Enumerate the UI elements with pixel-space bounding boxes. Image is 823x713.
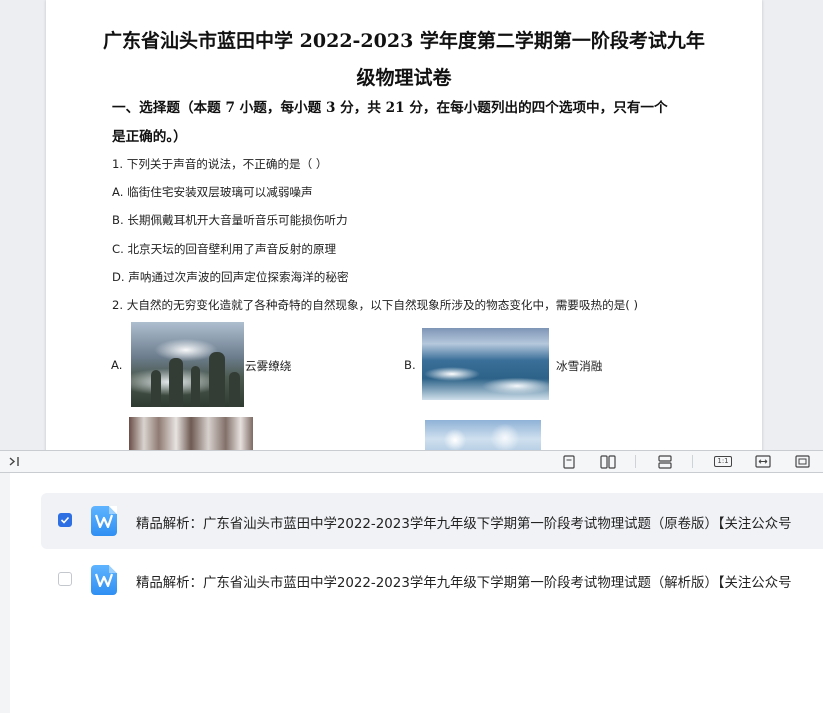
fit-width-icon[interactable] — [754, 453, 772, 470]
section-heading-line2: 是正确的。） — [112, 129, 187, 145]
section-heading-line1: 一、选择题（本题 7 小题，每小题 3 分，共 21 分，在每小题列出的四个选项… — [112, 100, 668, 116]
fit-page-icon[interactable] — [793, 453, 811, 470]
question-2-option-a-letter: A. — [111, 358, 123, 372]
file-name: 精品解析：广东省汕头市蓝田中学2022-2023学年九年级下学期第一阶段考试物理… — [136, 576, 792, 591]
file-name: 精品解析：广东省汕头市蓝田中学2022-2023学年九年级下学期第一阶段考试物理… — [136, 517, 792, 532]
cloudy-mountains-image — [131, 322, 244, 407]
document-title-line1: 广东省汕头市蓝田中学 2022-2023 学年度第二学期第一阶段考试九年 — [103, 30, 705, 52]
toolbar-divider — [635, 455, 636, 468]
toolbar-divider — [692, 455, 693, 468]
question-2-option-b-letter: B. — [404, 358, 416, 372]
document-page: 广东省汕头市蓝田中学 2022-2023 学年度第二学期第一阶段考试九年 级物理… — [46, 0, 762, 450]
actual-size-label: 1:1 — [714, 456, 732, 467]
collapse-panel-icon[interactable] — [5, 453, 23, 470]
question-2-option-b-caption: 冰雪消融 — [556, 359, 603, 373]
question-1-option-b: B. 长期佩戴耳机开大音量听音乐可能损伤听力 — [112, 213, 348, 227]
question-1-option-a: A. 临街住宅安装双层玻璃可以减弱噪声 — [112, 185, 313, 199]
single-page-icon[interactable] — [560, 453, 578, 470]
document-viewer[interactable]: 广东省汕头市蓝田中学 2022-2023 学年度第二学期第一阶段考试九年 级物理… — [0, 0, 823, 450]
question-1-option-c: C. 北京天坛的回音壁利用了声音反射的原理 — [112, 242, 337, 256]
frosted-tree-image — [425, 420, 541, 450]
file-row[interactable]: 精品解析：广东省汕头市蓝田中学2022-2023学年九年级下学期第一阶段考试物理… — [41, 552, 823, 608]
document-title-line2: 级物理试卷 — [356, 67, 452, 89]
question-2-stem: 2. 大自然的无穷变化造就了各种奇特的自然现象，以下自然现象所涉及的物态变化中，… — [112, 298, 639, 312]
word-document-icon — [91, 565, 117, 595]
melting-ice-image — [422, 328, 549, 400]
question-2-option-a-caption: 云雾缭绕 — [245, 359, 292, 373]
file-row[interactable]: 精品解析：广东省汕头市蓝田中学2022-2023学年九年级下学期第一阶段考试物理… — [41, 493, 823, 549]
continuous-scroll-icon[interactable] — [656, 453, 674, 470]
two-page-icon[interactable] — [599, 453, 617, 470]
actual-size-icon[interactable]: 1:1 — [713, 453, 733, 470]
icicles-image — [129, 417, 253, 450]
file-checkbox-checked[interactable] — [58, 513, 72, 527]
left-panel-edge — [0, 473, 10, 713]
question-1-option-d: D. 声呐通过次声波的回声定位探索海洋的秘密 — [112, 270, 349, 284]
question-1-stem: 1. 下列关于声音的说法，不正确的是（ ） — [112, 157, 328, 171]
word-document-icon — [91, 506, 117, 536]
file-checkbox[interactable] — [58, 572, 72, 586]
viewer-toolbar: 1:1 — [0, 450, 823, 473]
